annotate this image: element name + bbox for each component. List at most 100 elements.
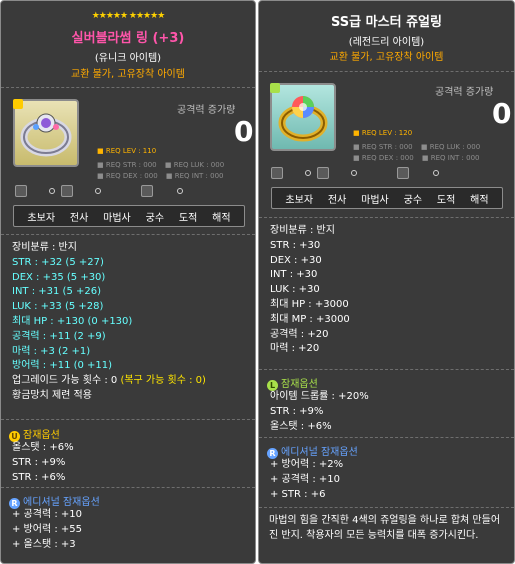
circle-icon [95, 188, 101, 194]
potential-title: 잠재옵션 [281, 379, 318, 390]
circle-icon [305, 170, 311, 176]
potential-line: 아이템 드롭률 : +20% [270, 391, 369, 402]
additional-line: + 방어력 : +55 [12, 523, 82, 535]
job-archer: 궁수 [403, 194, 423, 206]
potential-line: 올스탯 : +6% [12, 442, 74, 453]
scissors-icon [15, 185, 27, 197]
stat-magic: 마력 : +20 [270, 343, 320, 355]
job-warrior: 전사 [327, 194, 347, 206]
req-dex: REQ DEX : 000 [105, 172, 158, 180]
stat-attack: 공격력 : +11 (2 +9) [12, 330, 106, 342]
legendary-badge [270, 83, 280, 93]
attack-increase-label: 공격력 증가량 [177, 105, 236, 116]
item-grade: (레전드리 아이템) [348, 37, 425, 48]
master-jewel-ring-icon [278, 96, 328, 142]
stat-attack: 공격력 : +20 [270, 328, 329, 340]
potential-title: 잠재옵션 [23, 430, 60, 441]
job-pirate: 해적 [212, 212, 231, 224]
stat-recoverable: (복구 가능 횟수 : 0) [120, 375, 206, 387]
req-int: REQ INT : 000 [430, 154, 480, 162]
potential-line: 올스탯 : +6% [270, 420, 332, 432]
circle-icon [49, 188, 55, 194]
stat-int: INT : +30 [270, 269, 318, 281]
item-grade: (유니크 아이템) [94, 53, 162, 64]
stat-max-hp: 최대 HP : +3000 [270, 298, 349, 310]
stat-list: 장비분류 : 반지 STR : +30 DEX : +30 INT : +30 … [270, 224, 350, 357]
slash-icon [397, 167, 409, 179]
circle-icon [351, 170, 357, 176]
job-requirement-bar: 초보자 전사 마법사 궁수 도적 해적 [13, 205, 245, 227]
stat-golden-hammer: 황금망치 제련 적용 [12, 389, 92, 401]
additional-title: 에디셔널 잠재옵션 [23, 497, 100, 508]
job-requirement-bar: 초보자 전사 마법사 궁수 도적 해적 [271, 187, 503, 209]
stat-luk: LUK : +33 (5 +28) [12, 301, 104, 313]
potential-line: STR : +9% [12, 456, 66, 468]
equip-property-icons [271, 167, 451, 181]
stat-int: INT : +31 (5 +26) [12, 286, 101, 298]
stat-dex: DEX : +30 [270, 254, 322, 266]
equip-property-icons [15, 185, 195, 199]
divider [259, 217, 514, 218]
item-icon-frame [270, 83, 336, 151]
additional-line: + 공격력 : +10 [12, 509, 82, 520]
job-pirate: 해적 [470, 194, 489, 206]
upgrade-icon [61, 185, 73, 197]
req-str: REQ STR : 000 [361, 143, 413, 151]
additional-list: + 공격력 : +10 + 방어력 : +55 + 올스탯 : +3 [12, 508, 82, 552]
req-level: REQ LEV : 120 [361, 129, 413, 137]
divider [259, 71, 514, 72]
attack-increase-value: 0 [234, 115, 254, 148]
req-int: REQ INT : 000 [174, 172, 224, 180]
additional-line: + 올스탯 : +3 [12, 538, 76, 550]
stat-str: STR : +32 (5 +27) [12, 256, 104, 268]
req-luk: REQ LUK : 000 [173, 161, 225, 169]
additional-line: + STR : +6 [270, 488, 326, 500]
stat-dex: DEX : +35 (5 +30) [12, 271, 106, 283]
circle-icon [433, 170, 439, 176]
scissors-icon [271, 167, 283, 179]
item-restriction: 교환 불가, 고유장착 아이템 [329, 52, 444, 63]
req-luk: REQ LUK : 000 [429, 143, 481, 151]
potential-list: 올스탯 : +6% STR : +9% STR : +6% [12, 441, 74, 485]
job-magician: 마법사 [361, 194, 389, 206]
item-title: 실버블라썸 링 (+3) [71, 31, 185, 46]
divider [1, 419, 255, 420]
item-icon-frame [13, 99, 79, 167]
upgrade-icon [317, 167, 329, 179]
req-str: REQ STR : 000 [105, 161, 157, 169]
additional-line: + 공격력 : +10 [270, 473, 340, 485]
unique-badge [13, 99, 23, 109]
req-level: REQ LEV : 110 [105, 147, 157, 155]
stat-max-hp: 최대 HP : +130 (0 +130) [12, 315, 133, 327]
item-restriction: 교환 불가, 고유장착 아이템 [71, 69, 185, 80]
divider [259, 437, 514, 438]
job-thief: 도적 [178, 212, 198, 224]
star-force-stars: ★★★★★ ★★★★★ [91, 11, 166, 21]
attack-increase-value: 0 [492, 97, 512, 130]
attack-increase-label: 공격력 증가량 [435, 87, 494, 98]
stat-list: 장비분류 : 반지 STR : +32 (5 +27) DEX : +35 (5… [12, 241, 206, 404]
job-thief: 도적 [436, 194, 456, 206]
stat-magic: 마력 : +3 (2 +1) [12, 345, 91, 357]
item-tooltip-master-jewel-ring: SS급 마스터 쥬얼링 (레전드리 아이템) 교환 불가, 고유장착 아이템 공… [258, 0, 515, 564]
job-warrior: 전사 [69, 212, 89, 224]
job-archer: 궁수 [145, 212, 165, 224]
divider [1, 87, 255, 88]
item-description: 마법의 힘을 간직한 4색의 쥬얼링을 하나로 합쳐 만들어진 반지. 착용자의… [269, 515, 501, 541]
potential-line: STR : +6% [12, 471, 66, 483]
slash-icon [141, 185, 153, 197]
stat-defense: 방어력 : +11 (0 +11) [12, 360, 113, 372]
job-beginner: 초보자 [285, 194, 314, 206]
item-tooltip-silver-blossom-ring: ★★★★★ ★★★★★ 실버블라썸 링 (+3) (유니크 아이템) 교환 불가… [0, 0, 256, 564]
additional-line: + 방어력 : +2% [270, 459, 344, 470]
req-dex: REQ DEX : 000 [361, 154, 414, 162]
stat-max-mp: 최대 MP : +3000 [270, 313, 350, 325]
divider [1, 234, 255, 235]
stat-luk: LUK : +30 [270, 284, 320, 296]
stat-category: 장비분류 : 반지 [12, 242, 77, 253]
stat-category: 장비분류 : 반지 [270, 225, 335, 236]
divider [259, 369, 514, 370]
divider [1, 487, 255, 488]
job-beginner: 초보자 [27, 212, 56, 224]
potential-list: 아이템 드롭률 : +20% STR : +9% 올스탯 : +6% [270, 390, 369, 434]
